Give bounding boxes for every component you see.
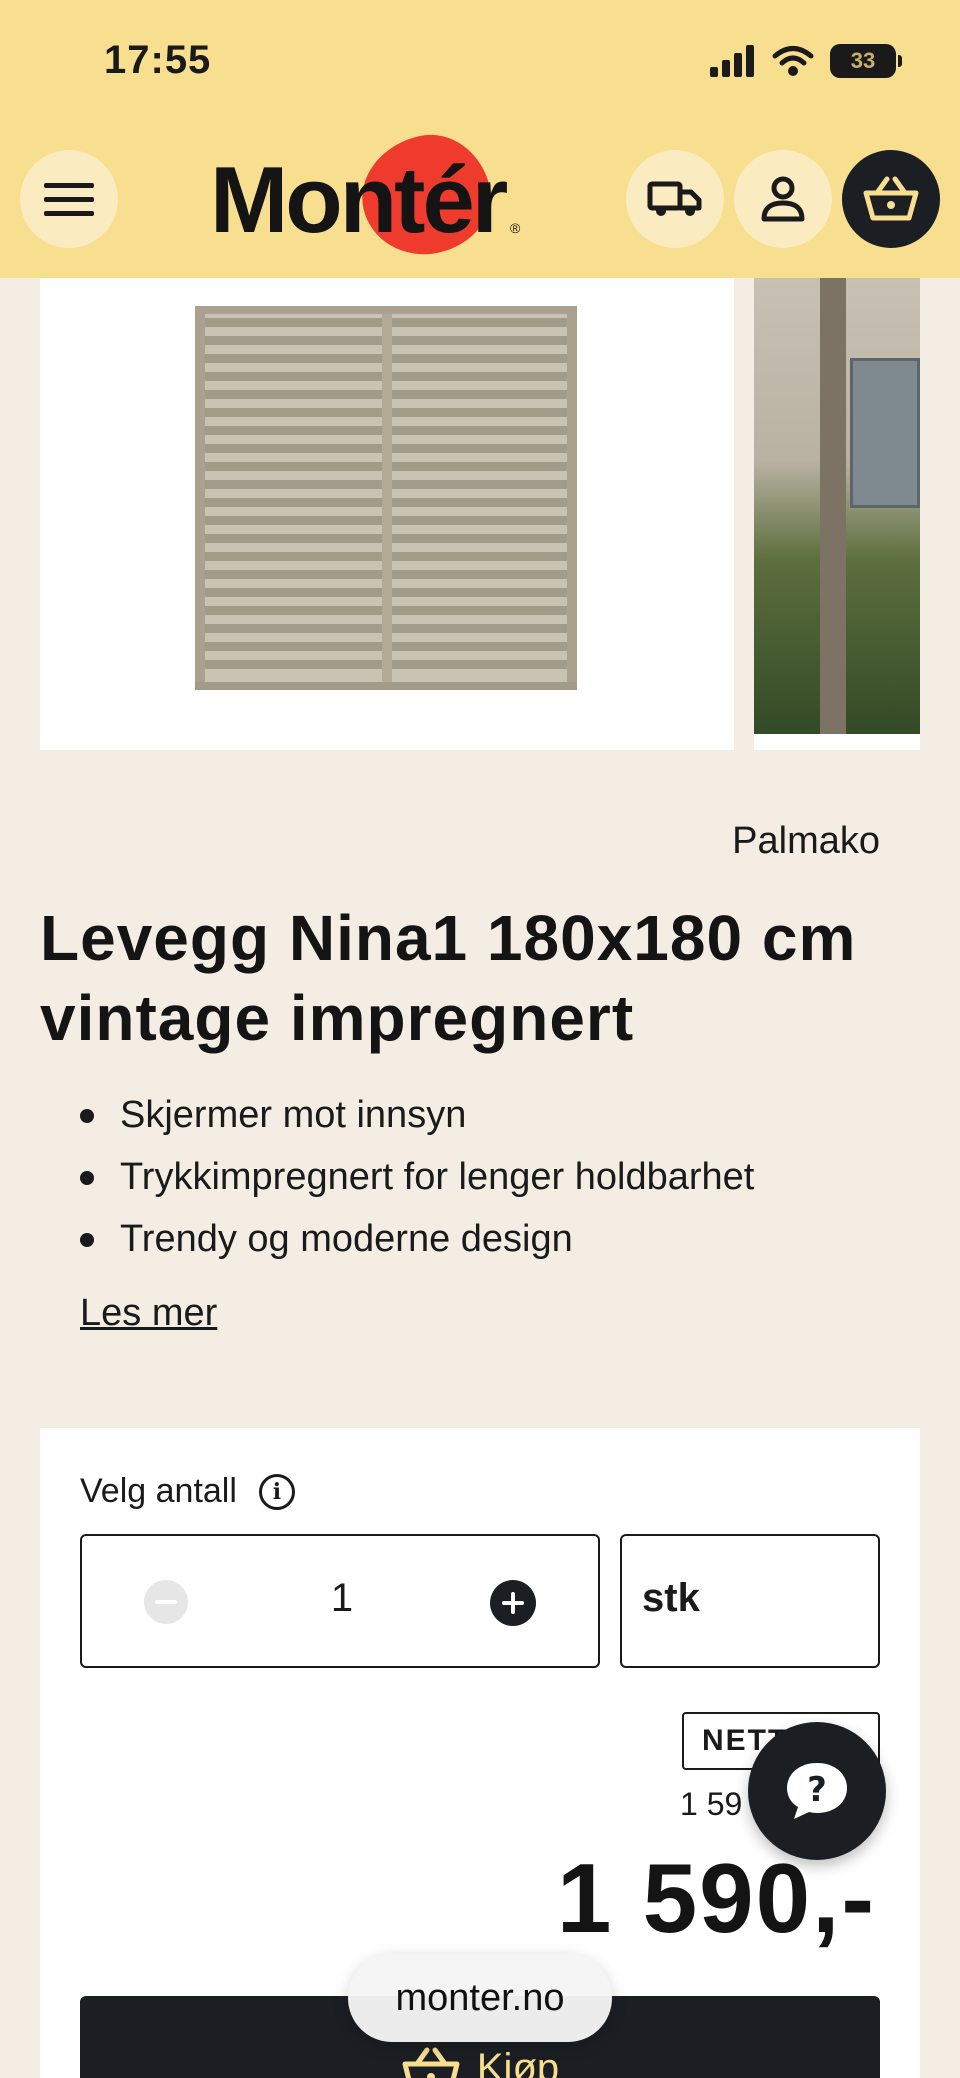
- question-chat-icon: ?: [787, 1763, 847, 1819]
- feature-item: Trendy og moderne design: [80, 1208, 754, 1270]
- fence-panel-image: [195, 306, 577, 690]
- browser-url-bar[interactable]: monter.no: [348, 1954, 612, 2042]
- read-more-link[interactable]: Les mer: [80, 1292, 217, 1335]
- svg-text:?: ?: [807, 1770, 827, 1810]
- photo-tree-trunk: [820, 278, 846, 734]
- user-icon: [761, 176, 805, 222]
- increment-button[interactable]: [490, 1580, 536, 1626]
- product-title: Levegg Nina1 180x180 cm vintage impregne…: [40, 902, 857, 1054]
- account-button[interactable]: [734, 150, 832, 248]
- truck-icon: [647, 181, 702, 216]
- menu-button[interactable]: [20, 150, 118, 248]
- cart-button[interactable]: [842, 150, 940, 248]
- status-icons: 33: [710, 44, 902, 78]
- feature-item: Trykkimpregnert for lenger holdbarhet: [80, 1146, 754, 1208]
- monter-logo[interactable]: Montér ®: [210, 123, 530, 267]
- garden-photo: [754, 278, 920, 734]
- basket-icon: [402, 2047, 460, 2078]
- registered-mark: ®: [510, 220, 521, 236]
- quantity-label: Velg antall: [80, 1472, 237, 1510]
- product-brand[interactable]: Palmako: [732, 820, 880, 863]
- decrement-button[interactable]: [144, 1580, 188, 1624]
- photo-door: [850, 358, 920, 508]
- delivery-button[interactable]: [626, 150, 724, 248]
- status-time: 17:55: [104, 38, 212, 82]
- help-chat-button[interactable]: ?: [748, 1722, 886, 1860]
- basket-icon: [863, 176, 919, 221]
- wifi-icon: [772, 46, 814, 76]
- feature-item: Skjermer mot innsyn: [80, 1084, 754, 1146]
- product-image-secondary[interactable]: [754, 278, 920, 750]
- buy-label: Kjøp: [476, 2046, 560, 2078]
- product-image-main[interactable]: [40, 278, 734, 750]
- top-header: 17:55 33 Montér ®: [0, 0, 960, 278]
- feature-list: Skjermer mot innsyn Trykkimpregnert for …: [80, 1084, 754, 1270]
- battery-level: 33: [850, 48, 876, 73]
- unit-select[interactable]: stk: [620, 1534, 880, 1668]
- quantity-value[interactable]: 1: [262, 1576, 422, 1621]
- logo-text: Montér: [210, 147, 508, 252]
- quantity-label-row: Velg antall i: [80, 1472, 295, 1511]
- info-icon[interactable]: i: [258, 1473, 295, 1510]
- signal-icon: [710, 45, 754, 77]
- quantity-stepper: 1: [80, 1534, 600, 1668]
- hamburger-icon: [44, 183, 94, 216]
- battery-icon: 33: [830, 44, 902, 78]
